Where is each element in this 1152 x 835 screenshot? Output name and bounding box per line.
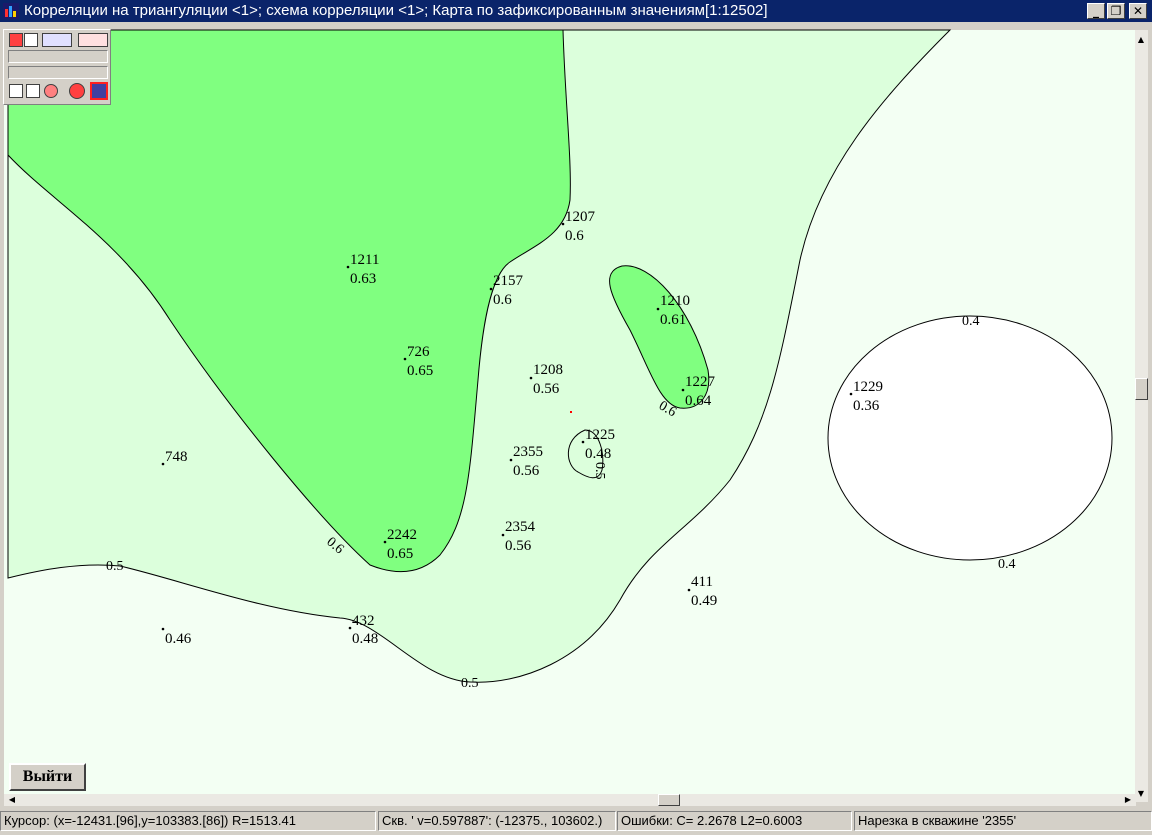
cursor-marker — [570, 411, 572, 413]
stop-icon[interactable] — [44, 84, 58, 98]
well-id: 726 — [407, 344, 430, 360]
well-id: 1227 — [685, 374, 716, 390]
well-id: 2355 — [513, 444, 543, 460]
scroll-right-icon[interactable]: ▶ — [1122, 794, 1134, 806]
well-value: 0.49 — [691, 593, 717, 609]
well-id: 1208 — [533, 362, 563, 378]
well-value: 0.65 — [407, 363, 433, 379]
frame-icon[interactable] — [24, 33, 38, 47]
well-id: 432 — [352, 613, 375, 629]
well-unnamed: 0.46 — [161, 627, 192, 647]
pan-zoom-icon[interactable] — [42, 33, 72, 47]
toolbar-separator — [8, 50, 108, 63]
map-toolbar — [3, 29, 111, 105]
well-748: 748 — [161, 449, 188, 466]
well-value: 0.48 — [585, 446, 611, 462]
well-id: 748 — [165, 449, 188, 465]
well-value: 0.64 — [685, 393, 712, 409]
scroll-down-icon[interactable]: ▼ — [1135, 788, 1147, 800]
well-id: 2354 — [505, 519, 536, 535]
well-id: 1211 — [350, 252, 379, 268]
well-value: 0.56 — [533, 381, 560, 397]
map-view-icon[interactable] — [90, 82, 108, 100]
exit-button[interactable]: Выйти — [9, 763, 86, 791]
well-value: 0.65 — [387, 546, 413, 562]
status-bar: Курсор: (x=-12431.[96],y=103383.[86]) R=… — [0, 809, 1152, 835]
horizontal-scrollbar[interactable]: ◀ ▶ — [4, 794, 1136, 806]
contour-map[interactable]: 0.5 0.5 0.6 0.6 0.4 0.4 0.5 12070.6 1211… — [0, 0, 1152, 835]
well-value: 0.6 — [565, 228, 584, 244]
status-cursor: Курсор: (x=-12431.[96],y=103383.[86]) R=… — [0, 811, 376, 831]
well-value: 0.46 — [165, 631, 192, 647]
target-icon[interactable] — [69, 83, 85, 99]
zoom-out-icon[interactable] — [78, 33, 108, 47]
properties-icon[interactable] — [26, 84, 40, 98]
scroll-up-icon[interactable]: ▲ — [1135, 34, 1147, 46]
well-value: 0.63 — [350, 271, 376, 287]
vertical-scrollbar[interactable]: ▲ ▼ — [1135, 30, 1148, 802]
contour-label: 0.4 — [998, 557, 1016, 572]
well-id: 1225 — [585, 427, 615, 443]
well-value: 0.48 — [352, 631, 378, 647]
well-value: 0.56 — [505, 538, 532, 554]
well-id: 1229 — [853, 379, 883, 395]
contour-label: 0.4 — [962, 314, 980, 329]
well-value: 0.6 — [493, 292, 512, 308]
well-id: 411 — [691, 574, 713, 590]
well-value: 0.36 — [853, 398, 880, 414]
scroll-left-icon[interactable]: ◀ — [6, 794, 18, 806]
well-value: 0.56 — [513, 463, 540, 479]
contour-label: 0.5 — [461, 676, 479, 691]
zone-0-4 — [827, 315, 1113, 561]
well-id: 2157 — [493, 273, 524, 289]
contour-label: 0.5 — [106, 559, 124, 574]
well-value: 0.61 — [660, 312, 686, 328]
status-well: Скв. ' v=0.597887': (-12375., 103602.) — [378, 811, 616, 831]
move-icon[interactable] — [9, 33, 23, 47]
status-slice: Нарезка в скважине '2355' — [854, 811, 1152, 831]
status-errors: Ошибки: C= 2.2678 L2=0.6003 — [617, 811, 852, 831]
horizontal-scroll-thumb[interactable] — [658, 794, 680, 806]
well-id: 2242 — [387, 527, 417, 543]
close-map-icon[interactable] — [9, 84, 23, 98]
vertical-scroll-thumb[interactable] — [1135, 378, 1148, 400]
toolbar-separator — [8, 66, 108, 79]
well-id: 1210 — [660, 293, 690, 309]
well-id: 1207 — [565, 209, 596, 225]
contour-label: 0.5 — [592, 462, 607, 480]
